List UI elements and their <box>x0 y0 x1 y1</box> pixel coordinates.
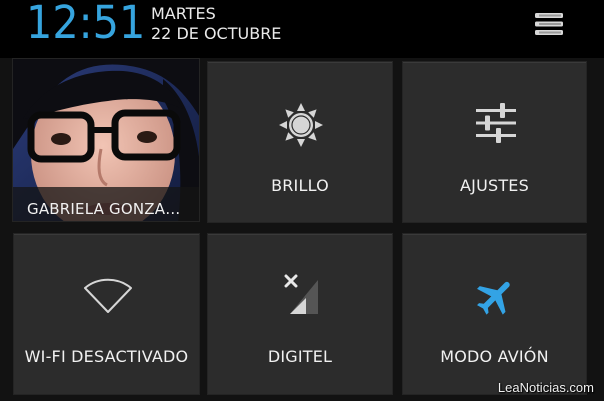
airplane-icon <box>477 281 510 315</box>
date-text: 22 DE OCTUBRE <box>151 24 282 43</box>
signal-label: DIGITEL <box>267 347 333 366</box>
brightness-tile[interactable]: BRILLO <box>207 61 393 223</box>
list-menu-icon[interactable] <box>533 10 565 38</box>
status-header: 12:51 MARTES 22 DE OCTUBRE <box>0 0 604 58</box>
user-name-label: GABRIELA GONZA… <box>27 200 181 218</box>
airplane-mode-tile[interactable]: MODO AVIÓN <box>402 233 587 395</box>
brightness-sun-icon <box>279 103 323 147</box>
signal-no-data-icon <box>284 274 318 314</box>
quick-settings-panel: 12:51 MARTES 22 DE OCTUBRE GABRIELA GONZ… <box>0 0 604 401</box>
user-tile[interactable]: GABRIELA GONZA… <box>12 58 200 222</box>
watermark-text: LeaNoticias.com <box>497 380 594 395</box>
settings-tile[interactable]: AJUSTES <box>402 61 587 223</box>
signal-tile[interactable]: DIGITEL <box>207 233 393 395</box>
clock[interactable]: 12:51 <box>26 0 145 49</box>
brightness-label: BRILLO <box>271 176 329 195</box>
sliders-settings-icon <box>476 103 516 143</box>
day-of-week: MARTES <box>151 4 216 23</box>
wifi-tile[interactable]: WI-FI DESACTIVADO <box>13 233 200 395</box>
wifi-label: WI-FI DESACTIVADO <box>24 347 189 366</box>
settings-label: AJUSTES <box>460 176 529 195</box>
wifi-off-icon <box>84 278 132 313</box>
airplane-mode-label: MODO AVIÓN <box>440 347 549 366</box>
